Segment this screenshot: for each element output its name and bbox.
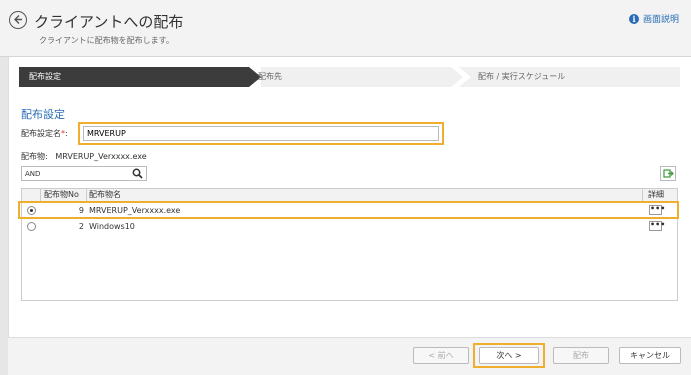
item-no: 9 xyxy=(78,206,84,215)
page-subtitle: クライアントに配布物を配布します。 xyxy=(39,36,174,45)
table-header: 配布物No 配布物名 詳細 xyxy=(22,189,677,202)
wizard-steps: 配布設定 配布先 配布 / 実行スケジュール xyxy=(19,67,680,87)
name-label-separator: : xyxy=(65,129,68,138)
filter-input[interactable]: AND xyxy=(21,166,147,181)
filter-value: AND xyxy=(25,170,41,178)
distribution-item-value: MRVERUP_Verxxxx.exe xyxy=(55,152,147,161)
column-divider xyxy=(86,189,87,201)
column-divider xyxy=(642,189,643,201)
page-title: クライアントへの配布 xyxy=(34,13,184,31)
row-radio[interactable] xyxy=(27,222,36,231)
step-distribution-settings: 配布設定 xyxy=(19,67,249,87)
step-destination: 配布先 xyxy=(258,72,282,81)
column-header-no[interactable]: 配布物No xyxy=(44,189,79,201)
help-link[interactable]: i 画面説明 xyxy=(628,12,679,25)
search-icon[interactable] xyxy=(132,168,143,179)
info-icon: i xyxy=(628,13,639,24)
step-arrow xyxy=(451,67,471,87)
distribute-button[interactable]: 配布 xyxy=(553,347,609,364)
column-header-name[interactable]: 配布物名 xyxy=(89,189,121,201)
step-schedule: 配布 / 実行スケジュール xyxy=(478,72,566,81)
item-name: MRVERUP_Verxxxx.exe xyxy=(89,206,181,215)
column-header-detail: 詳細 xyxy=(648,190,664,199)
detail-button[interactable]: ••• xyxy=(649,221,665,231)
next-button[interactable]: 次へ > xyxy=(479,347,539,364)
name-input-highlight xyxy=(78,122,444,145)
distribution-name-input[interactable] xyxy=(83,126,439,141)
table-row[interactable]: 2 Windows10 ••• xyxy=(22,219,677,234)
export-button[interactable] xyxy=(660,166,676,181)
export-icon xyxy=(663,169,674,178)
detail-button[interactable]: ••• xyxy=(649,205,665,215)
prev-button[interactable]: < 前へ xyxy=(413,347,469,364)
item-name: Windows10 xyxy=(89,222,135,231)
row-radio[interactable] xyxy=(27,206,36,215)
table-row[interactable]: 9 MRVERUP_Verxxxx.exe ••• xyxy=(22,203,677,218)
help-label: 画面説明 xyxy=(642,15,679,25)
name-label-text: 配布設定名 xyxy=(21,129,61,138)
section-title: 配布設定 xyxy=(21,108,65,121)
column-divider xyxy=(40,189,41,201)
item-no: 2 xyxy=(78,222,84,231)
distribution-item-info: 配布物: MRVERUP_Verxxxx.exe xyxy=(21,151,147,162)
page-header: クライアントへの配布 クライアントに配布物を配布します。 i 画面説明 xyxy=(0,0,691,57)
back-icon[interactable] xyxy=(9,11,27,29)
name-label: 配布設定名*: xyxy=(21,128,68,139)
step-background xyxy=(261,67,467,87)
distribution-item-label: 配布物: xyxy=(21,152,48,161)
cancel-button[interactable]: キャンセル xyxy=(619,347,681,364)
distribution-items-table: 配布物No 配布物名 詳細 9 MRVERUP_Verxxxx.exe ••• … xyxy=(21,188,678,301)
